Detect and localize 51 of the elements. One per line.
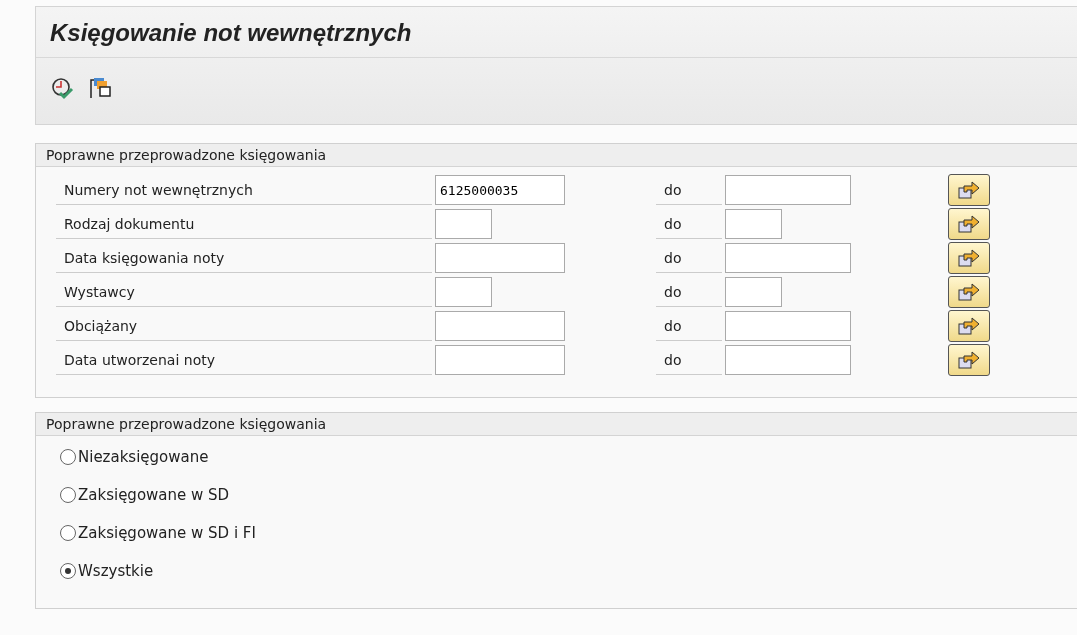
field-label: Data księgowania noty <box>56 243 432 273</box>
group-title: Poprawne przeprowadzone księgowania <box>36 144 1077 167</box>
from-field[interactable] <box>435 277 492 307</box>
field-label: Obciążany <box>56 311 432 341</box>
copy-icon <box>88 76 112 100</box>
arrow-out-icon <box>957 247 981 269</box>
multiple-selection-button[interactable] <box>948 208 990 240</box>
multiple-selection-button[interactable] <box>948 242 990 274</box>
to-field[interactable] <box>725 243 851 273</box>
to-label: do <box>656 209 722 239</box>
to-label: do <box>656 311 722 341</box>
radio-button[interactable] <box>60 563 76 579</box>
to-label: do <box>656 277 722 307</box>
window-title: Księgowanie not wewnętrznych <box>49 18 413 48</box>
arrow-out-icon <box>957 315 981 337</box>
radio-option[interactable]: Zaksięgowane w SD i FI <box>60 520 1077 546</box>
to-label: do <box>656 345 722 375</box>
to-label: do <box>656 175 722 205</box>
to-field[interactable] <box>725 175 851 205</box>
radio-option[interactable]: Niezaksięgowane <box>60 444 1077 470</box>
field-label: Wystawcy <box>56 277 432 307</box>
radio-option[interactable]: Wszystkie <box>60 558 1077 584</box>
to-field[interactable] <box>725 277 782 307</box>
multiple-selection-button[interactable] <box>948 174 990 206</box>
radio-button[interactable] <box>60 487 76 503</box>
multiple-selection-button[interactable] <box>948 344 990 376</box>
to-field[interactable] <box>725 345 851 375</box>
from-field[interactable] <box>435 209 492 239</box>
multiple-selection-button[interactable] <box>948 310 990 342</box>
radio-button[interactable] <box>60 449 76 465</box>
to-field[interactable] <box>725 209 782 239</box>
field-label: Data utworzenai noty <box>56 345 432 375</box>
copy-button[interactable] <box>88 76 112 100</box>
arrow-out-icon <box>957 281 981 303</box>
field-label: Numery not wewnętrznych <box>56 175 432 205</box>
from-field[interactable] <box>435 311 565 341</box>
arrow-out-icon <box>957 213 981 235</box>
arrow-out-icon <box>957 179 981 201</box>
to-field[interactable] <box>725 311 851 341</box>
from-field[interactable] <box>435 345 565 375</box>
field-label: Rodzaj dokumentu <box>56 209 432 239</box>
clock-check-icon <box>50 76 74 100</box>
from-field[interactable]: 6125000035 <box>435 175 565 205</box>
execute-button[interactable] <box>50 76 74 100</box>
arrow-out-icon <box>957 349 981 371</box>
to-label: do <box>656 243 722 273</box>
multiple-selection-button[interactable] <box>948 276 990 308</box>
radio-button[interactable] <box>60 525 76 541</box>
radio-option[interactable]: Zaksięgowane w SD <box>60 482 1077 508</box>
group-title: Poprawne przeprowadzone księgowania <box>36 413 1077 436</box>
from-field[interactable] <box>435 243 565 273</box>
